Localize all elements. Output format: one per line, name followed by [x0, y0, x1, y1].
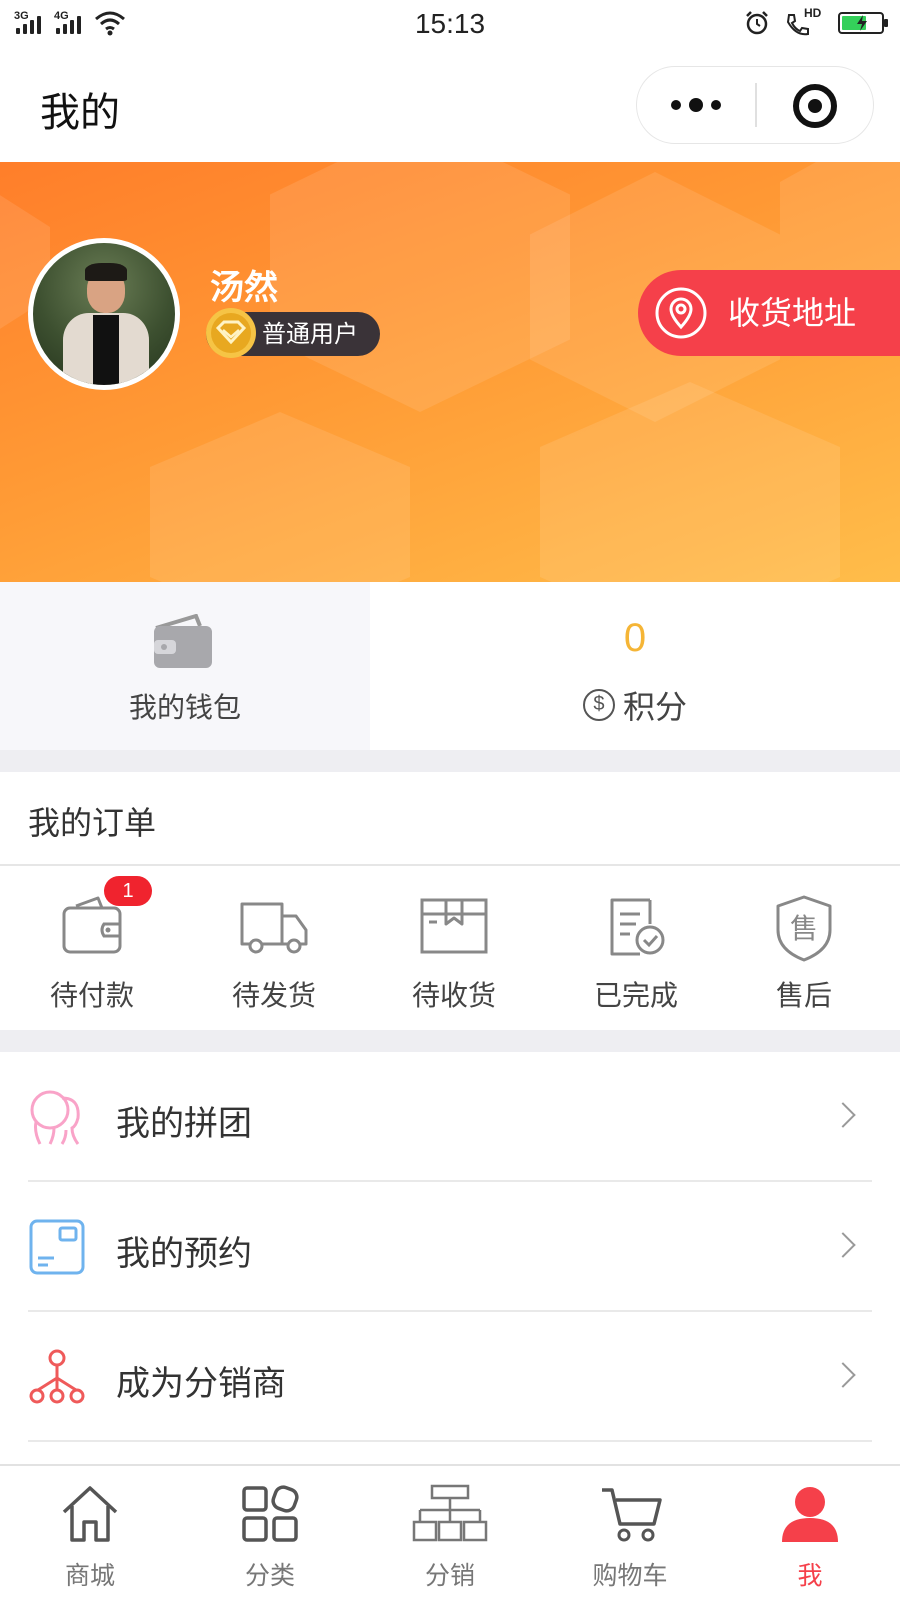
hierarchy-icon [412, 1484, 488, 1542]
order-pending-payment[interactable]: 待付款 [32, 894, 152, 1014]
location-pin-icon [655, 287, 707, 339]
points-value: 0 [623, 616, 647, 660]
tab-me[interactable]: 我 [720, 1466, 900, 1600]
vip-diamond-icon [206, 308, 256, 358]
bottom-tab-bar: 商城 分类 分销 购物车 我 [0, 1464, 900, 1600]
coin-icon: $ [582, 689, 615, 721]
avatar[interactable] [28, 238, 180, 390]
order-pending-shipment-label: 待发货 [231, 979, 316, 1012]
menu-list: 我的拼团 我的预约 成为分销商 [0, 1052, 900, 1442]
distribution-network-icon [29, 1349, 85, 1404]
member-level-badge: 普通用户 [206, 308, 380, 358]
page-title: 我的 [40, 90, 120, 136]
status-bar: 3G 4G 15:13 HD [0, 0, 900, 48]
after-sales-icon-glyph: 售 [790, 912, 818, 945]
completed-document-icon [610, 898, 665, 956]
my-orders-header[interactable]: 我的订单 [0, 772, 900, 866]
package-icon [420, 898, 488, 954]
section-gap [0, 750, 900, 772]
category-grid-icon [242, 1485, 299, 1542]
my-orders-title: 我的订单 [28, 804, 157, 842]
status-right: HD [744, 6, 888, 36]
tab-distribution[interactable]: 分销 [360, 1466, 540, 1600]
tab-category[interactable]: 分类 [180, 1466, 360, 1600]
truck-icon [240, 902, 308, 954]
menu-item-reservation-label: 我的预约 [116, 1234, 252, 1274]
user-name: 汤然 [210, 268, 278, 308]
reservation-card-icon [29, 1219, 85, 1275]
tab-cart[interactable]: 购物车 [540, 1466, 720, 1600]
order-pending-shipment[interactable]: 待发货 [214, 894, 334, 1014]
chevron-right-icon [830, 1102, 856, 1128]
chevron-right-icon [830, 1232, 856, 1258]
menu-item-become-distributor-label: 成为分销商 [116, 1364, 286, 1404]
tab-cart-label: 购物车 [592, 1561, 668, 1590]
tab-mall[interactable]: 商城 [0, 1466, 180, 1600]
menu-item-reservation[interactable]: 我的预约 [0, 1182, 900, 1312]
order-completed[interactable]: 已完成 [576, 894, 696, 1014]
cart-icon [602, 1488, 662, 1542]
home-icon [62, 1486, 118, 1542]
user-icon [782, 1487, 838, 1542]
group-buy-icon [30, 1090, 80, 1145]
tab-mall-label: 商城 [64, 1561, 115, 1590]
wallet-icon [154, 614, 212, 668]
close-mini-program-icon[interactable] [793, 84, 837, 128]
order-completed-label: 已完成 [593, 979, 678, 1012]
tab-me-label: 我 [797, 1561, 823, 1590]
tab-category-label: 分类 [244, 1561, 295, 1590]
profile-header: 汤然 普通用户 收货地址 [0, 162, 900, 582]
member-level-label: 普通用户 [262, 320, 358, 348]
my-wallet-button[interactable]: 我的钱包 [0, 582, 370, 750]
tab-distribution-label: 分销 [424, 1561, 475, 1590]
after-sales-shield-icon: 售 [776, 895, 832, 962]
more-button[interactable] [637, 67, 755, 143]
menu-item-become-distributor[interactable]: 成为分销商 [0, 1312, 900, 1442]
menu-item-group-buy-label: 我的拼团 [116, 1104, 252, 1144]
alarm-icon [746, 11, 768, 35]
order-after-sales-label: 售后 [775, 979, 832, 1012]
order-pending-payment-label: 待付款 [49, 979, 134, 1012]
menu-item-group-buy[interactable]: 我的拼团 [0, 1052, 900, 1182]
order-pending-receipt[interactable]: 待收货 [394, 894, 514, 1014]
more-dot-icon [671, 100, 681, 110]
order-pending-receipt-label: 待收货 [411, 979, 496, 1012]
chevron-right-icon [830, 1362, 856, 1388]
points-button[interactable]: 0 $ 积分 [370, 582, 900, 750]
more-dot-icon [689, 98, 703, 112]
title-bar: 我的 [0, 48, 900, 162]
stats-section: 我的钱包 0 $ 积分 [0, 582, 900, 750]
points-label: 积分 [622, 688, 687, 726]
more-dot-icon [711, 100, 721, 110]
capsule-divider [755, 83, 757, 127]
hd-label: HD [804, 6, 822, 20]
shipping-address-label: 收货地址 [728, 294, 857, 332]
mini-program-capsule [636, 66, 874, 144]
pending-payment-count-badge: 1 [104, 876, 152, 906]
order-after-sales[interactable]: 售 售后 [744, 894, 864, 1014]
battery-icon [838, 12, 888, 34]
section-gap [0, 1030, 900, 1052]
my-wallet-label: 我的钱包 [128, 691, 241, 724]
shipping-address-button[interactable]: 收货地址 [638, 270, 900, 356]
hd-call-icon: HD [784, 6, 824, 36]
